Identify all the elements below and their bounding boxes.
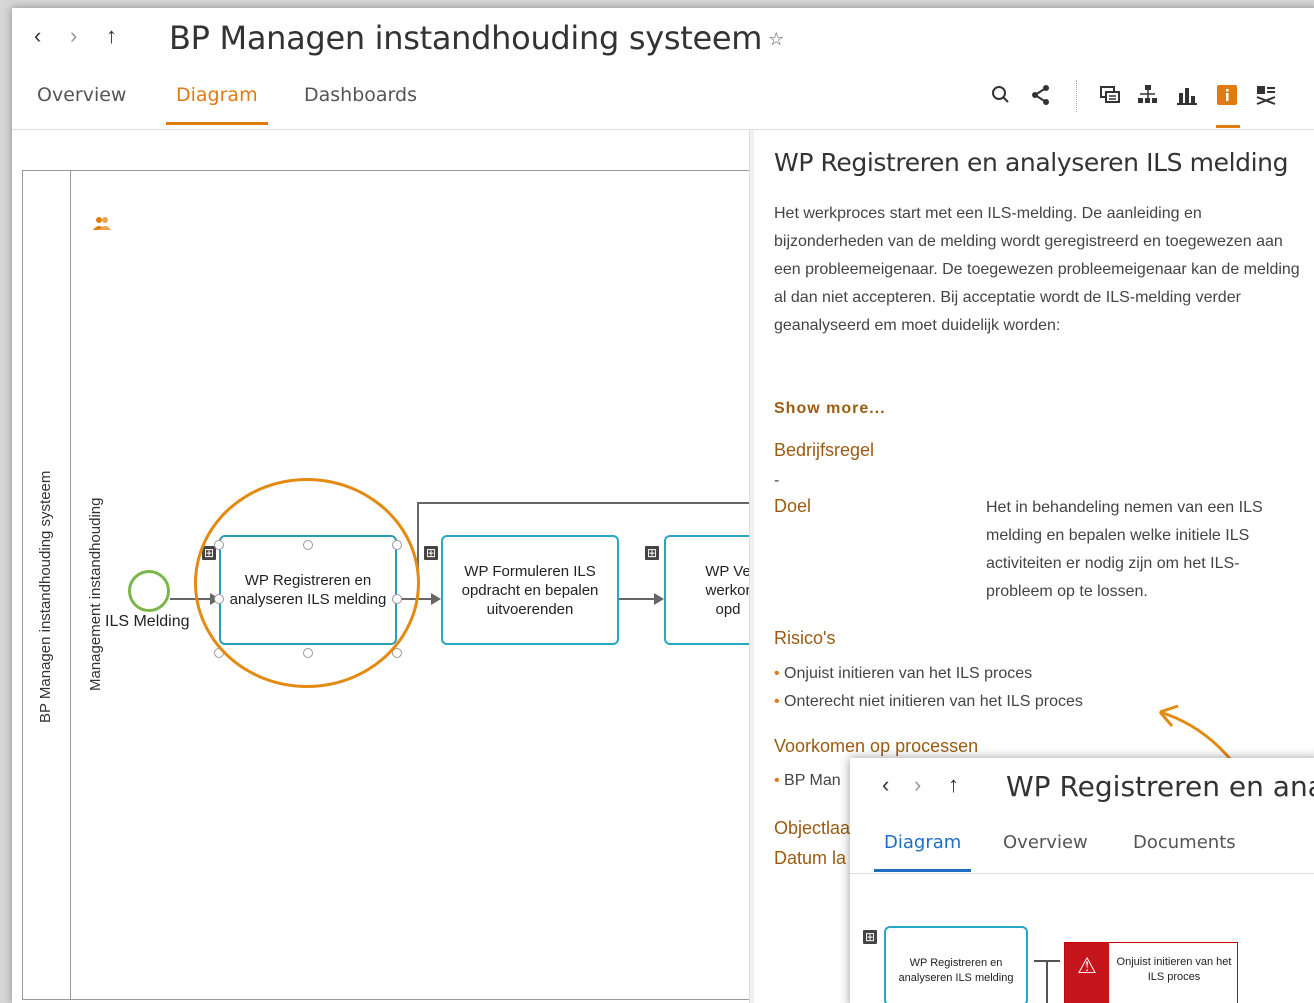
- share-icon[interactable]: [1030, 84, 1052, 112]
- subprocess-icon: ⊞: [424, 546, 438, 560]
- start-event-label: ILS Melding: [105, 613, 190, 630]
- risico-item[interactable]: Onjuist initieren van het ILS proces: [774, 660, 1083, 688]
- page-title: BP Managen instandhouding systeem ☆: [169, 18, 784, 60]
- popup-task[interactable]: WP Registreren en analyseren ILS melding: [884, 926, 1028, 1003]
- risicos-list: Onjuist initieren van het ILS proces Ont…: [774, 660, 1083, 716]
- popup-risk-label: Onjuist initieren van het ILS proces: [1116, 956, 1232, 983]
- popup-tab-overview[interactable]: Overview: [1003, 832, 1088, 869]
- chart-icon[interactable]: [1176, 84, 1198, 112]
- warning-icon: ⚠: [1065, 943, 1109, 1003]
- flow-task2-task3: [619, 598, 659, 600]
- popup-connector-vertical: [1046, 960, 1048, 1003]
- pool-label: BP Managen instandhouding systeem: [37, 470, 54, 723]
- doel-value: Het in behandeling nemen van een ILS mel…: [986, 499, 1263, 600]
- popup-forward-button[interactable]: ›: [914, 772, 921, 798]
- page-title-text: BP Managen instandhouding systeem: [169, 19, 763, 57]
- popup-window: ‹ › ↑ WP Registreren en ana Diagram Over…: [850, 758, 1314, 1003]
- tab-overview[interactable]: Overview: [37, 84, 126, 122]
- bedrijfsregel-value: -: [774, 472, 780, 489]
- highlight-circle: [194, 478, 420, 688]
- voorkomen-label: Voorkomen op processen: [774, 736, 979, 756]
- up-button[interactable]: ↑: [106, 22, 117, 50]
- tab-diagram[interactable]: Diagram: [166, 84, 268, 125]
- task-formuleren[interactable]: WP Formuleren ILS opdracht en bepalen ui…: [441, 535, 619, 645]
- datum-label: Datum la: [774, 848, 847, 868]
- settings-icon[interactable]: [1255, 84, 1277, 112]
- arrow-head: [654, 593, 664, 605]
- back-button[interactable]: ‹: [34, 22, 41, 50]
- title-bar: ‹ › ↑ BP Managen instandhouding systeem ☆: [12, 8, 1314, 68]
- hierarchy-icon[interactable]: [1137, 84, 1159, 112]
- voorkomen-item[interactable]: BP Man: [774, 772, 841, 790]
- subprocess-icon: ⊞: [645, 546, 659, 560]
- panel-title: WP Registreren en analyseren ILS melding: [774, 148, 1289, 177]
- popup-tab-diagram[interactable]: Diagram: [874, 832, 972, 872]
- lane-role-icon: [93, 216, 111, 233]
- search-icon[interactable]: [990, 84, 1012, 112]
- popup-tab-documents[interactable]: Documents: [1133, 832, 1236, 869]
- risico-item[interactable]: Onterecht niet initieren van het ILS pro…: [774, 688, 1083, 716]
- lane-label: Management instandhouding: [87, 497, 104, 691]
- flow-loop-horizontal: [417, 502, 757, 504]
- bedrijfsregel-label: Bedrijfsregel: [774, 440, 875, 460]
- arrow-head: [431, 593, 441, 605]
- toolbar-separator: [1076, 80, 1077, 112]
- popup-back-button[interactable]: ‹: [882, 772, 889, 798]
- popup-up-button[interactable]: ↑: [948, 772, 959, 798]
- info-icon[interactable]: [1216, 84, 1238, 112]
- risicos-label: Risico's: [774, 628, 836, 648]
- panel-description: Het werkproces start met een ILS-melding…: [774, 205, 1300, 334]
- objectlaag-label: Objectlaa: [774, 818, 851, 838]
- comments-icon[interactable]: [1099, 84, 1121, 112]
- tab-dashboards[interactable]: Dashboards: [304, 84, 417, 122]
- show-more-link[interactable]: Show more...: [774, 400, 886, 418]
- popup-risk-box[interactable]: ⚠ Onjuist initieren van het ILS proces: [1064, 942, 1238, 1003]
- subprocess-icon: ⊞: [863, 930, 877, 944]
- popup-title: WP Registreren en ana: [1006, 770, 1314, 803]
- popup-tab-bar: Diagram Overview Documents: [850, 818, 1314, 874]
- diagram-canvas[interactable]: BP Managen instandhouding systeem Manage…: [12, 130, 764, 1003]
- favorite-star-icon[interactable]: ☆: [768, 29, 784, 50]
- info-active-indicator: [1216, 125, 1240, 128]
- doel-label: Doel: [774, 496, 812, 516]
- forward-button[interactable]: ›: [70, 22, 77, 50]
- start-event[interactable]: [128, 570, 170, 612]
